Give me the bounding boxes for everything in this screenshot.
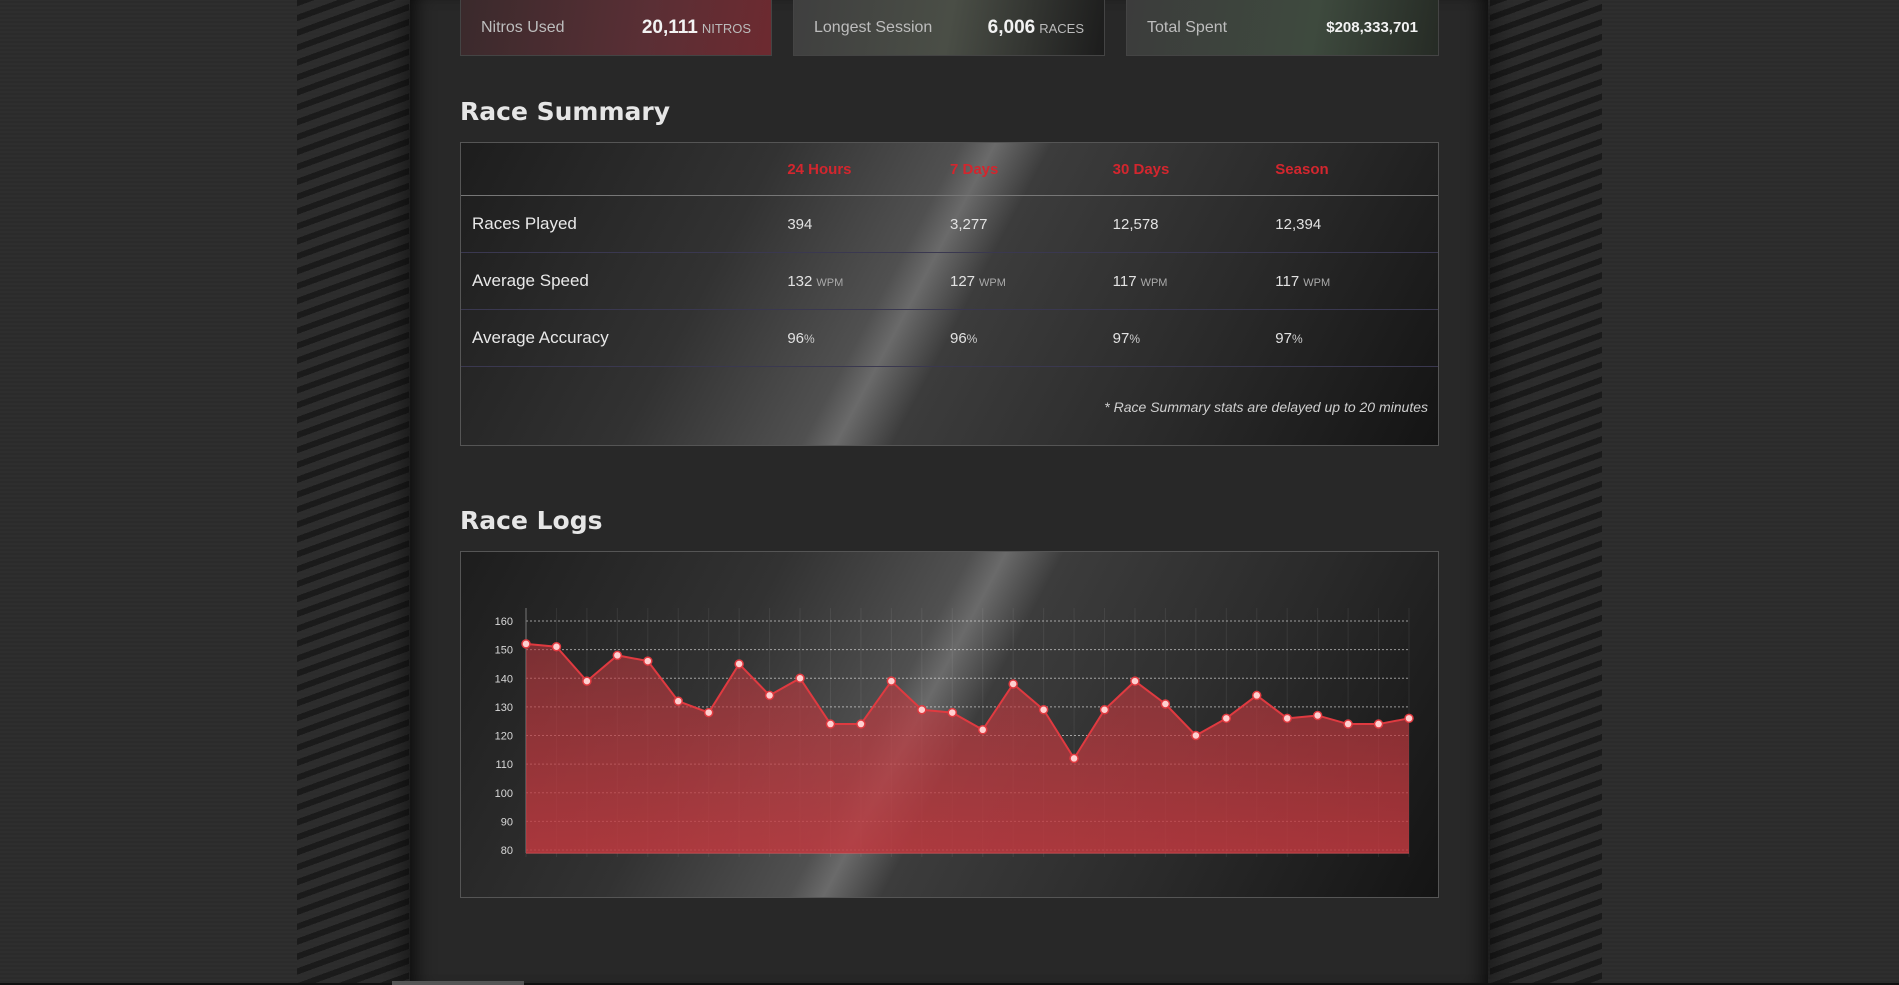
y-tick-label: 160 bbox=[495, 616, 513, 628]
race-logs-chart: 80 90 100 110 120 130 140 150 160 bbox=[495, 608, 1414, 857]
stat-label: Total Spent bbox=[1147, 18, 1228, 36]
data-point bbox=[1252, 690, 1262, 701]
table-row-races-played: Races Played 394 3,277 12,578 12,394 bbox=[461, 195, 1438, 253]
y-tick-label: 80 bbox=[501, 845, 513, 857]
data-point bbox=[1404, 713, 1414, 724]
y-tick-label: 110 bbox=[495, 759, 513, 771]
stat-card-nitros: Nitros Used 20,111 NITROS bbox=[460, 0, 772, 56]
data-point bbox=[1191, 730, 1201, 741]
y-tick-label: 150 bbox=[495, 645, 513, 657]
data-point bbox=[795, 673, 805, 683]
horizontal-scrollbar-thumb[interactable] bbox=[392, 981, 524, 985]
race-summary-panel: 24 Hours 7 Days 30 Days Season Races Pla… bbox=[460, 142, 1439, 446]
row-label: Average Accuracy bbox=[461, 309, 788, 367]
data-point bbox=[886, 676, 897, 686]
table-row-average-accuracy: Average Accuracy 96% 96% 97% 97% bbox=[461, 309, 1438, 367]
y-tick-label: 140 bbox=[495, 673, 513, 685]
data-point bbox=[856, 719, 866, 729]
race-logs-panel: 80 90 100 110 120 130 140 150 160 bbox=[460, 551, 1439, 898]
y-tick-label: 120 bbox=[495, 731, 513, 743]
stat-unit: RACES bbox=[1039, 20, 1084, 36]
table-cell: 96% bbox=[787, 309, 950, 367]
stat-label: Longest Session bbox=[814, 18, 933, 36]
stat-value: $208,333,701 bbox=[1326, 19, 1418, 36]
data-point bbox=[582, 676, 592, 686]
table-header-blank bbox=[461, 143, 788, 196]
table-header-row: 24 Hours 7 Days 30 Days Season bbox=[461, 143, 1438, 196]
data-point bbox=[825, 719, 836, 729]
data-point bbox=[703, 707, 714, 718]
tire-track-right-decoration bbox=[1490, 0, 1602, 985]
table-cell: 12,394 bbox=[1275, 195, 1438, 253]
column-header-season: Season bbox=[1275, 143, 1438, 196]
data-point bbox=[643, 656, 653, 666]
data-point bbox=[551, 642, 562, 652]
y-tick-label: 90 bbox=[501, 816, 513, 828]
data-point bbox=[673, 696, 683, 706]
unit-label: WPM bbox=[979, 276, 1006, 289]
stat-label: Nitros Used bbox=[481, 18, 565, 36]
table-cell: 132 WPM bbox=[787, 252, 950, 310]
unit-label: WPM bbox=[1140, 276, 1168, 289]
race-summary-title: Race Summary bbox=[460, 97, 670, 126]
race-logs-title: Race Logs bbox=[460, 506, 603, 535]
data-point bbox=[917, 704, 927, 715]
stat-value: 20,111 NITROS bbox=[641, 16, 751, 38]
data-point bbox=[1312, 710, 1323, 721]
unit-label: WPM bbox=[816, 276, 844, 289]
data-point bbox=[1160, 699, 1171, 709]
summary-delay-note: * Race Summary stats are delayed up to 2… bbox=[1104, 399, 1428, 415]
data-point bbox=[977, 725, 988, 735]
column-header-24-hours: 24 Hours bbox=[787, 143, 950, 196]
stat-value: 6,006 RACES bbox=[987, 16, 1084, 38]
column-header-30-days: 30 Days bbox=[1112, 143, 1276, 196]
unit-label: % bbox=[804, 331, 815, 346]
data-point bbox=[612, 650, 623, 661]
table-cell: 117 WPM bbox=[1275, 252, 1438, 310]
data-point bbox=[1099, 704, 1110, 715]
table-cell: 394 bbox=[787, 195, 950, 253]
data-point bbox=[734, 659, 744, 669]
stat-unit: NITROS bbox=[701, 20, 751, 36]
table-cell: 117 WPM bbox=[1112, 252, 1276, 310]
y-tick-label: 130 bbox=[495, 702, 513, 714]
table-cell: 97% bbox=[1112, 309, 1276, 367]
data-point bbox=[1008, 679, 1018, 689]
data-point bbox=[1069, 753, 1079, 764]
data-point bbox=[1282, 713, 1292, 724]
table-cell: 96% bbox=[949, 309, 1113, 367]
data-point bbox=[1130, 676, 1140, 686]
tire-track-left-decoration bbox=[297, 0, 409, 985]
stat-card-total-spent: Total Spent $208,333,701 bbox=[1126, 0, 1439, 56]
data-point bbox=[947, 707, 958, 718]
unit-label: % bbox=[1291, 331, 1303, 346]
data-point bbox=[1221, 713, 1232, 724]
table-cell: 3,277 bbox=[949, 195, 1113, 253]
data-point bbox=[764, 690, 775, 701]
table-cell: 12,578 bbox=[1112, 195, 1276, 253]
data-point bbox=[1373, 719, 1384, 729]
y-tick-label: 100 bbox=[495, 788, 513, 800]
table-cell: 97% bbox=[1275, 309, 1438, 367]
data-point bbox=[521, 639, 531, 649]
unit-label: % bbox=[966, 331, 978, 346]
table-cell: 127 WPM bbox=[949, 252, 1113, 310]
unit-label: % bbox=[1129, 331, 1140, 346]
column-header-7-days: 7 Days bbox=[949, 143, 1113, 196]
data-point bbox=[1343, 719, 1353, 729]
row-label: Average Speed bbox=[461, 252, 788, 310]
stat-card-longest-session: Longest Session 6,006 RACES bbox=[793, 0, 1105, 56]
race-summary-table: 24 Hours 7 Days 30 Days Season Races Pla… bbox=[461, 143, 1438, 367]
data-point bbox=[1038, 704, 1049, 715]
row-label: Races Played bbox=[461, 195, 788, 253]
unit-label: WPM bbox=[1303, 276, 1331, 289]
table-row-average-speed: Average Speed 132 WPM 127 WPM 117 WPM 117 WP… bbox=[461, 252, 1438, 310]
